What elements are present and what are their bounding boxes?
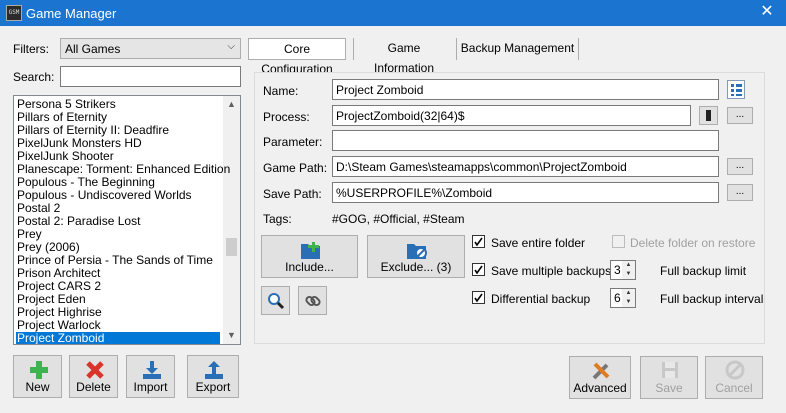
magnifier-icon <box>268 293 285 310</box>
filters-selected: All Games <box>65 42 121 56</box>
plus-icon <box>30 361 48 379</box>
save-path-label: Save Path: <box>263 187 322 201</box>
game-path-label: Game Path: <box>263 161 328 175</box>
tab-separator <box>456 38 457 60</box>
app-icon: GSM <box>6 5 22 21</box>
checkmark-icon <box>474 237 483 247</box>
delete-folder-on-restore-label: Delete folder on restore <box>630 236 756 250</box>
game-list[interactable]: ▲ ▼ Persona 5 Strikers Pillars of Eternit… <box>13 95 241 345</box>
save-path-browse-button[interactable]: ... <box>727 184 753 201</box>
title-bar: GSM Game Manager ✕ <box>0 0 786 26</box>
delete-button[interactable]: Delete <box>69 355 118 398</box>
process-browse-button[interactable]: ... <box>727 107 753 124</box>
exclude-label: Exclude... (3) <box>380 260 452 274</box>
tab-core-configuration[interactable]: Core Configuration <box>248 38 346 76</box>
filters-dropdown[interactable]: All Games ⌵ <box>60 38 241 59</box>
process-picker-icon[interactable] <box>699 106 718 125</box>
full-backup-interval-spinner[interactable]: 6 ▲ ▼ <box>610 288 636 308</box>
cancel-label: Cancel <box>715 381 753 395</box>
scroll-thumb[interactable] <box>226 238 237 256</box>
save-entire-folder-checkbox[interactable] <box>472 235 485 248</box>
folder-add-icon <box>301 242 320 259</box>
full-backup-interval-label: Full backup interval <box>660 292 764 306</box>
grid-list-icon[interactable] <box>727 80 745 99</box>
full-backup-interval-value: 6 <box>614 291 621 305</box>
game-list-item[interactable]: Project Zomboid <box>16 332 220 344</box>
export-label: Export <box>195 380 231 394</box>
new-label: New <box>25 380 50 394</box>
search-input[interactable] <box>60 66 241 87</box>
link-icon <box>305 295 321 307</box>
spin-up-icon[interactable]: ▲ <box>622 261 635 270</box>
tab-backup-management[interactable]: Backup Management <box>459 38 576 60</box>
include-button[interactable]: Include... <box>261 235 358 278</box>
game-path-value: D:\Steam Games\steamapps\common\ProjectZ… <box>336 160 627 174</box>
include-label: Include... <box>285 260 334 274</box>
process-label: Process: <box>263 110 310 124</box>
import-button[interactable]: Import <box>126 355 175 398</box>
save-multiple-backups-label: Save multiple backups <box>491 264 612 278</box>
full-backup-limit-label: Full backup limit <box>660 264 747 278</box>
folder-exclude-icon <box>407 244 427 259</box>
parameter-label: Parameter: <box>263 135 323 149</box>
name-input[interactable]: Project Zomboid <box>332 79 719 100</box>
tags-value: #GOG, #Official, #Steam <box>332 212 465 226</box>
filters-label: Filters: <box>13 42 49 56</box>
name-label: Name: <box>263 84 299 98</box>
checkmark-icon <box>474 265 483 275</box>
import-label: Import <box>133 380 168 394</box>
save-path-value: %USERPROFILE%\Zomboid <box>336 186 493 200</box>
delete-folder-on-restore-checkbox <box>612 235 625 248</box>
save-multiple-backups-checkbox[interactable] <box>472 263 485 276</box>
save-button: Save <box>640 356 698 399</box>
game-path-browse-button[interactable]: ... <box>727 158 753 175</box>
game-list-scrollbar[interactable]: ▲ ▼ <box>223 96 240 344</box>
save-label: Save <box>655 381 683 395</box>
advanced-label: Advanced <box>573 381 627 395</box>
cancel-button: Cancel <box>705 356 763 399</box>
checkmark-icon <box>474 293 483 303</box>
delete-x-icon <box>86 361 104 379</box>
close-icon[interactable]: ✕ <box>758 3 776 21</box>
spin-down-icon[interactable]: ▼ <box>622 298 635 307</box>
tools-icon <box>592 362 610 380</box>
differential-backup-label: Differential backup <box>491 292 591 306</box>
tags-label: Tags: <box>263 212 292 226</box>
spin-up-icon[interactable]: ▲ <box>622 289 635 298</box>
delete-label: Delete <box>76 380 111 394</box>
game-list-item[interactable]: Postal 2: Paradise Lost <box>16 215 220 228</box>
scroll-up-icon[interactable]: ▲ <box>223 96 240 113</box>
name-value: Project Zomboid <box>336 83 424 97</box>
differential-backup-checkbox[interactable] <box>472 291 485 304</box>
full-backup-limit-value: 3 <box>614 263 621 277</box>
chevron-down-icon: ⌵ <box>227 41 235 52</box>
exclude-button[interactable]: Exclude... (3) <box>367 235 465 278</box>
floppy-disk-icon <box>662 362 678 378</box>
export-icon <box>205 361 223 379</box>
new-button[interactable]: New <box>13 355 62 398</box>
search-button[interactable] <box>261 286 290 315</box>
tab-separator <box>578 38 579 60</box>
link-button[interactable] <box>298 286 327 315</box>
spin-down-icon[interactable]: ▼ <box>622 270 635 279</box>
tab-game-information[interactable]: Game Information <box>356 38 452 75</box>
search-label: Search: <box>13 70 55 84</box>
process-input[interactable]: ProjectZomboid(32|64)$ <box>332 105 691 126</box>
cancel-icon <box>725 360 745 380</box>
process-value: ProjectZomboid(32|64)$ <box>336 109 465 123</box>
export-button[interactable]: Export <box>187 355 239 398</box>
tab-separator <box>353 38 354 60</box>
import-icon <box>143 361 161 379</box>
save-path-input[interactable]: %USERPROFILE%\Zomboid <box>332 182 719 203</box>
parameter-input[interactable] <box>332 130 719 151</box>
game-path-input[interactable]: D:\Steam Games\steamapps\common\ProjectZ… <box>332 156 719 177</box>
advanced-button[interactable]: Advanced <box>569 356 631 399</box>
full-backup-limit-spinner[interactable]: 3 ▲ ▼ <box>610 260 636 280</box>
save-entire-folder-label: Save entire folder <box>491 236 586 250</box>
scroll-down-icon[interactable]: ▼ <box>223 327 240 344</box>
window-title: Game Manager <box>26 6 117 21</box>
